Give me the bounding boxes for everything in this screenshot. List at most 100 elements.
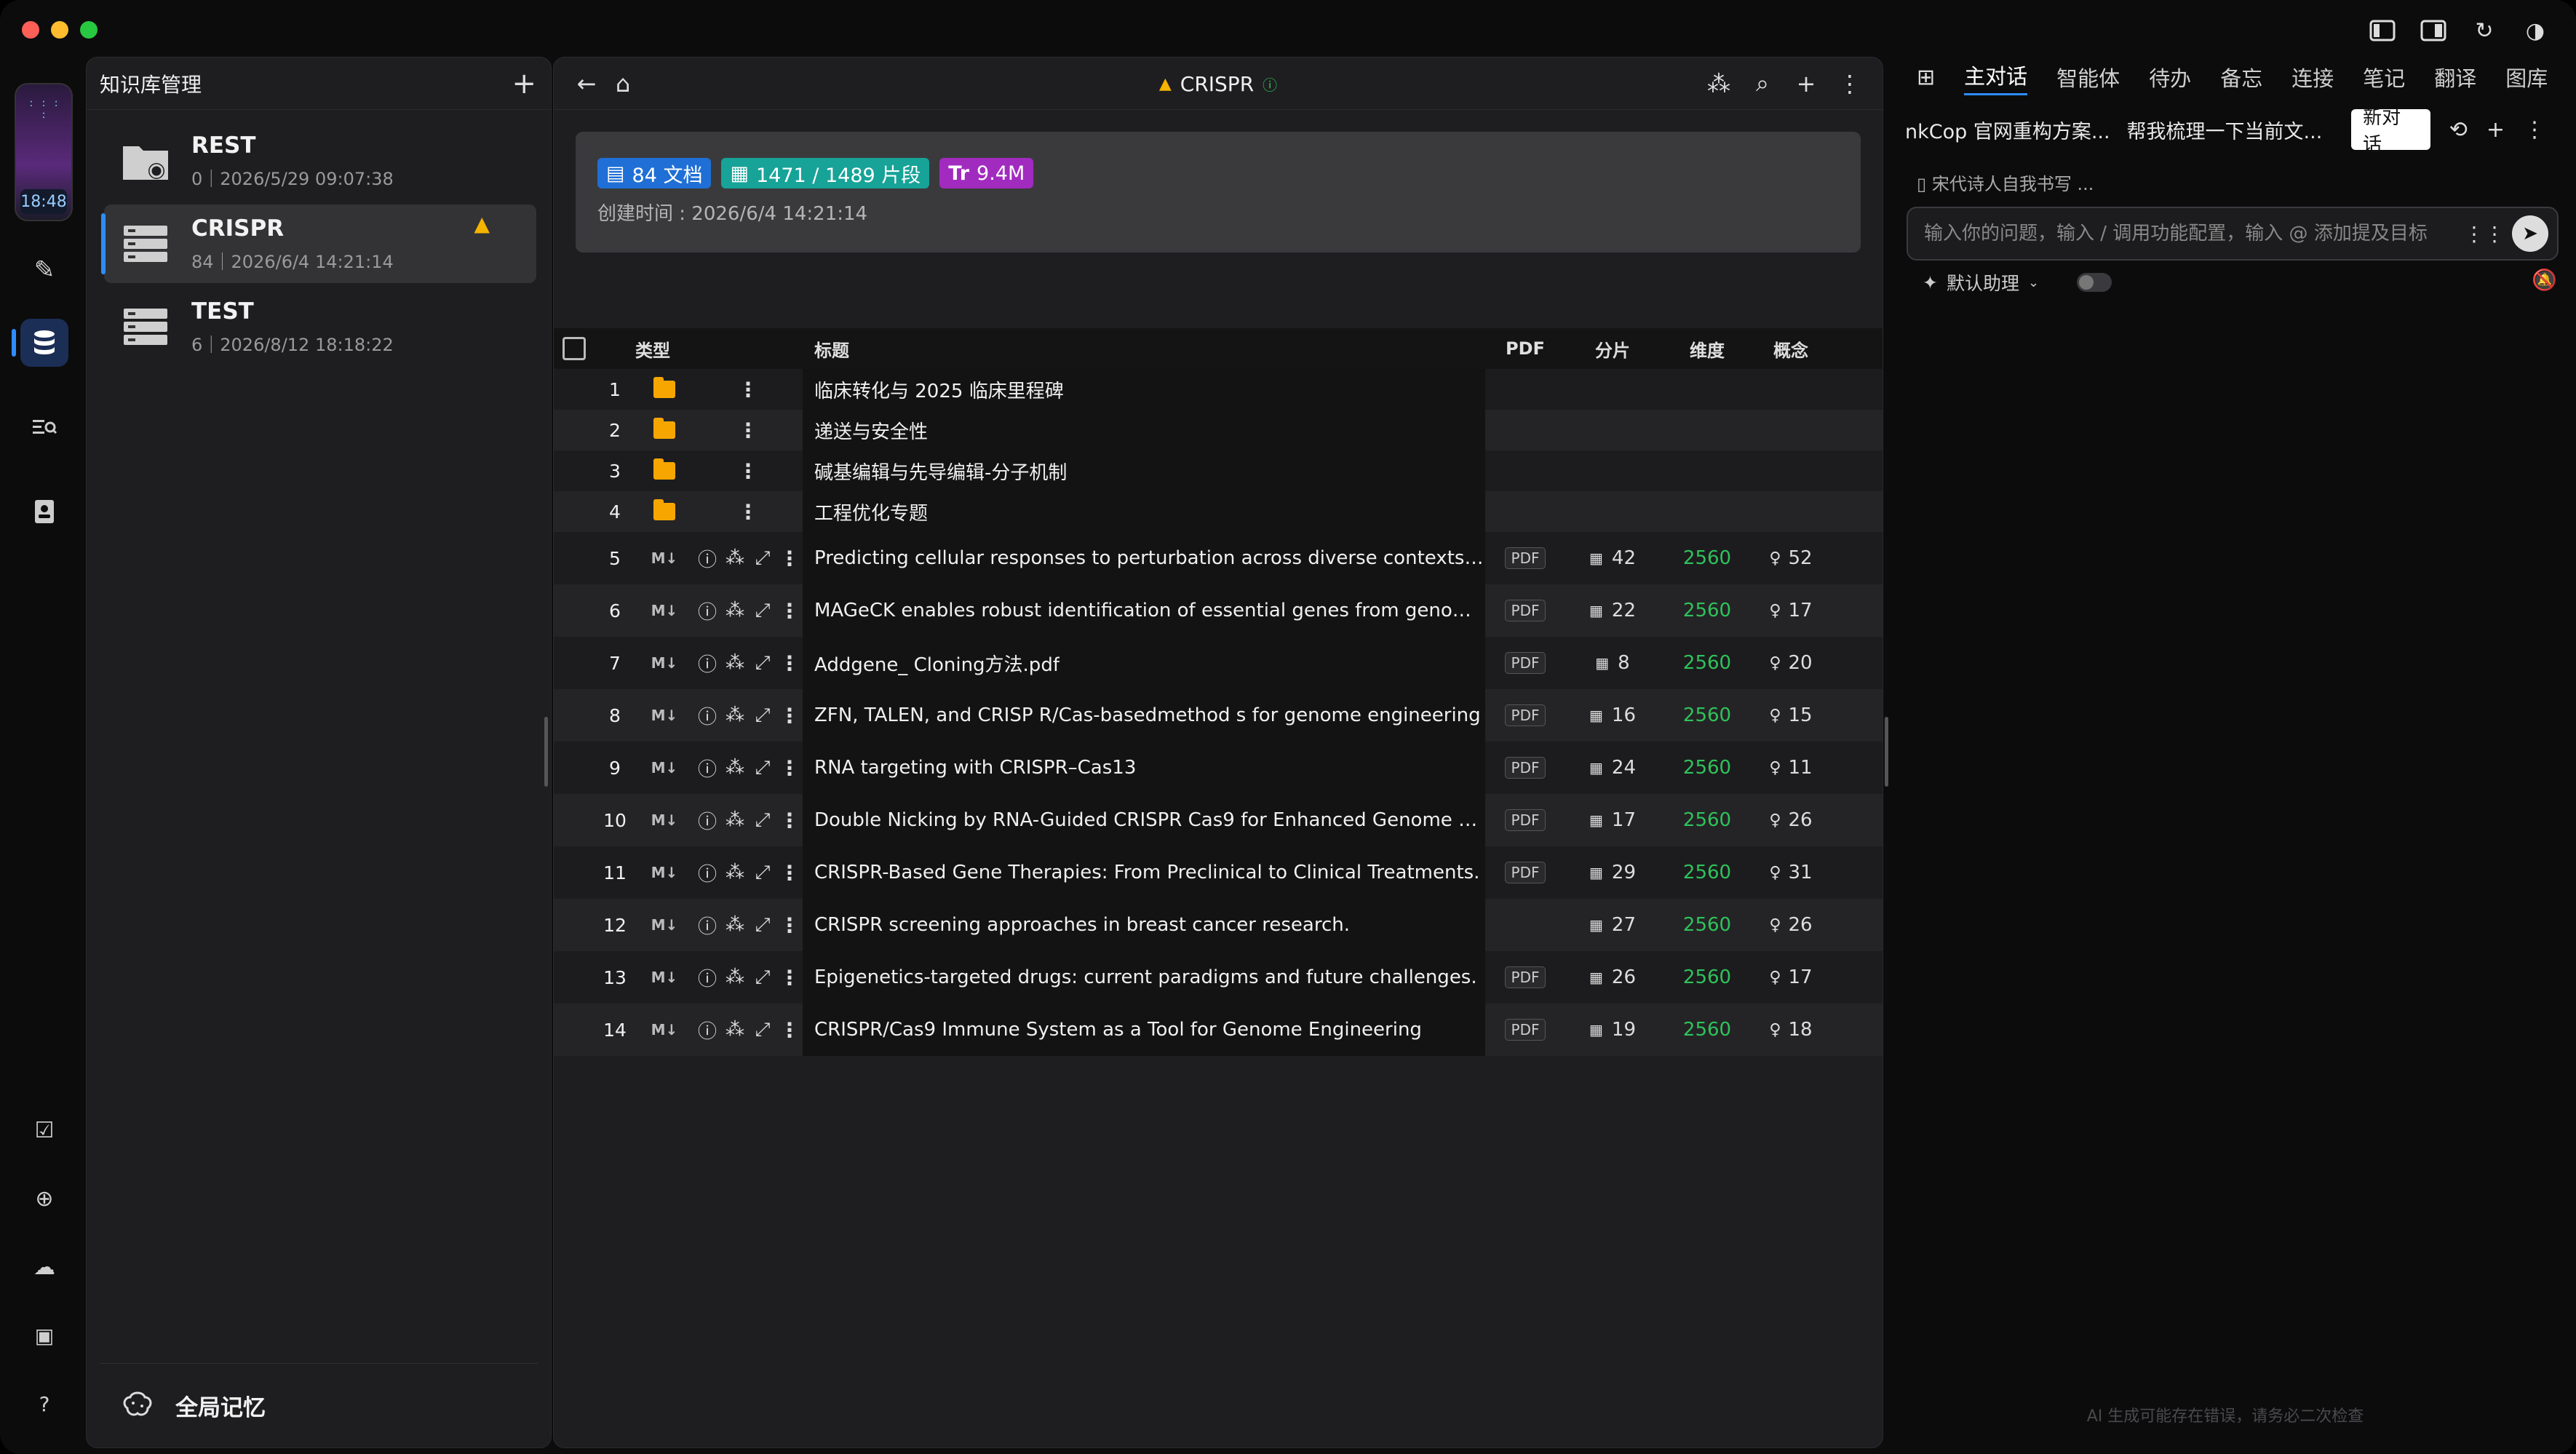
row-title[interactable]: CRISPR screening approaches in breast ca… xyxy=(803,899,1485,951)
right-resize-handle[interactable] xyxy=(1885,717,1888,787)
row-title[interactable]: RNA targeting with CRISPR–Cas13 xyxy=(803,742,1485,794)
attachment-chip[interactable]: ▯ 宋代诗人自我书写 ... xyxy=(1917,170,2094,195)
info-icon[interactable]: ⓘ xyxy=(696,964,718,991)
new-conversation-button[interactable]: 新对话 xyxy=(2351,107,2430,156)
table-row[interactable]: 6 M↓ ⓘ ⁂ ⤢ ⋮ MAGeCK enables robust identificat… xyxy=(554,584,1883,637)
row-title[interactable]: Double Nicking by RNA-Guided CRISPR Cas9… xyxy=(803,794,1485,846)
plugin-icon[interactable]: ⊕ xyxy=(20,1175,68,1223)
row-title[interactable]: 递送与安全性 xyxy=(803,410,1485,450)
add-icon[interactable]: + xyxy=(1788,65,1824,102)
left-resize-handle[interactable] xyxy=(544,717,548,787)
graph-nodes-icon[interactable]: ⁂ xyxy=(724,809,746,831)
more-vertical-icon[interactable]: ⋮ xyxy=(779,809,800,833)
graph-nodes-icon[interactable]: ⁂ xyxy=(724,914,746,936)
table-row[interactable]: 5 M↓ ⓘ ⁂ ⤢ ⋮ Predicting cellular responses to … xyxy=(554,532,1883,584)
pdf-badge[interactable]: PDF xyxy=(1504,652,1546,674)
row-title[interactable]: ZFN, TALEN, and CRISP R/Cas-basedmethod … xyxy=(803,689,1485,742)
info-icon[interactable]: ⓘ xyxy=(696,702,718,729)
table-row[interactable]: 10 M↓ ⓘ ⁂ ⤢ ⋮ Double Nicking by RNA-Guided CRI… xyxy=(554,794,1883,846)
search-list-icon[interactable] xyxy=(20,403,68,451)
expand-icon[interactable]: ⤢ xyxy=(752,914,774,937)
conversation-tab[interactable]: 帮我梳理一下当前文... xyxy=(2127,116,2349,144)
warning-icon[interactable]: ▲ xyxy=(474,212,490,236)
refresh-icon[interactable]: ↻ xyxy=(2470,16,2499,45)
row-title[interactable]: CRISPR/Cas9 Immune System as a Tool for … xyxy=(803,1004,1485,1056)
expand-icon[interactable]: ⤢ xyxy=(752,757,774,779)
expand-icon[interactable]: ⤢ xyxy=(752,704,774,727)
graph-nodes-icon[interactable]: ⁂ xyxy=(724,704,746,726)
kb-item-test[interactable]: TEST 6｜2026/8/12 18:18:22 xyxy=(104,287,536,366)
home-icon[interactable]: ⌂ xyxy=(605,65,641,102)
table-row[interactable]: 8 M↓ ⓘ ⁂ ⤢ ⋮ ZFN, TALEN, and CRISP R/Cas-based… xyxy=(554,689,1883,742)
graph-nodes-icon[interactable]: ⁂ xyxy=(724,966,746,988)
settings-card-icon[interactable]: ▣ xyxy=(20,1311,68,1359)
minimize-window-button[interactable] xyxy=(51,21,68,39)
bell-off-icon[interactable]: 🔕 xyxy=(2532,268,2557,292)
assistant-toggle[interactable] xyxy=(2077,273,2112,292)
graph-nodes-icon[interactable]: ⁂ xyxy=(724,862,746,883)
assistant-selector[interactable]: ✦ 默认助理 ⌄ xyxy=(1923,269,2112,295)
expand-icon[interactable]: ⤢ xyxy=(752,809,774,832)
row-title[interactable]: 工程优化专题 xyxy=(803,491,1485,532)
chat-input[interactable] xyxy=(1924,223,2464,245)
apps-grid-icon[interactable]: ⊞ xyxy=(1917,65,1935,90)
info-icon[interactable]: ⓘ xyxy=(696,755,718,782)
pdf-badge[interactable]: PDF xyxy=(1504,966,1546,988)
more-vertical-icon[interactable]: ⋮ xyxy=(779,1018,800,1042)
pdf-badge[interactable]: PDF xyxy=(1504,862,1546,883)
more-vertical-icon[interactable]: ⋮ xyxy=(738,500,758,524)
pdf-badge[interactable]: PDF xyxy=(1504,1019,1546,1041)
tab-todo[interactable]: 待办 xyxy=(2149,62,2191,92)
notes-edit-icon[interactable]: ✎ xyxy=(20,246,68,294)
more-vertical-icon[interactable]: ⋮ xyxy=(779,913,800,937)
add-icon[interactable]: + xyxy=(2486,117,2505,143)
tab-memo[interactable]: 备忘 xyxy=(2220,62,2262,92)
row-title[interactable]: MAGeCK enables robust identification of … xyxy=(803,584,1485,637)
table-row[interactable]: 14 M↓ ⓘ ⁂ ⤢ ⋮ CRISPR/Cas9 Immune System as a T… xyxy=(554,1004,1883,1056)
expand-icon[interactable]: ⤢ xyxy=(752,966,774,989)
right-sidebar-toggle-icon[interactable] xyxy=(2419,16,2448,45)
row-title[interactable]: Predicting cellular responses to perturb… xyxy=(803,532,1485,584)
row-title[interactable]: CRISPR-Based Gene Therapies: From Precli… xyxy=(803,846,1485,899)
more-vertical-icon[interactable]: ⋮ xyxy=(779,756,800,780)
theme-toggle-icon[interactable]: ◑ xyxy=(2521,16,2550,45)
more-vertical-icon[interactable]: ⋮ xyxy=(738,418,758,442)
more-vertical-icon[interactable]: ⋮ xyxy=(2524,117,2545,143)
history-icon[interactable]: ⟲ xyxy=(2449,117,2468,143)
pdf-badge[interactable]: PDF xyxy=(1504,547,1546,569)
more-vertical-icon[interactable]: ⋮ xyxy=(779,547,800,571)
clock-widget[interactable]: : : : : 18:48 xyxy=(15,83,73,221)
pdf-badge[interactable]: PDF xyxy=(1504,809,1546,831)
graph-nodes-icon[interactable]: ⁂ xyxy=(1701,65,1737,102)
row-title[interactable]: Epigenetics-targeted drugs: current para… xyxy=(803,951,1485,1004)
tab-gallery[interactable]: 图库 xyxy=(2505,62,2548,92)
info-icon[interactable]: ⓘ xyxy=(696,859,718,886)
more-vertical-icon[interactable]: ⋮ xyxy=(779,966,800,990)
more-vertical-icon[interactable]: ⋮ xyxy=(779,861,800,885)
close-window-button[interactable] xyxy=(22,21,39,39)
tab-main-chat[interactable]: 主对话 xyxy=(1964,60,2028,95)
more-vertical-icon[interactable]: ⋮ xyxy=(779,651,800,675)
more-vertical-icon[interactable]: ⋮ xyxy=(738,378,758,402)
pdf-badge[interactable]: PDF xyxy=(1504,757,1546,779)
table-row[interactable]: 9 M↓ ⓘ ⁂ ⤢ ⋮ RNA targeting with CRISPR–Cas13 PD… xyxy=(554,742,1883,794)
cloud-icon[interactable]: ☁ xyxy=(20,1243,68,1291)
expand-icon[interactable]: ⤢ xyxy=(752,547,774,570)
kb-item-rest[interactable]: REST 0｜2026/5/29 09:07:38 xyxy=(104,122,536,200)
zoom-window-button[interactable] xyxy=(80,21,98,39)
more-vertical-icon[interactable]: ⋮ xyxy=(1832,65,1868,102)
pdf-badge[interactable]: PDF xyxy=(1504,600,1546,621)
add-kb-button[interactable]: + xyxy=(512,69,536,98)
more-vertical-icon[interactable]: ⋮ xyxy=(779,599,800,623)
tab-notes[interactable]: 笔记 xyxy=(2363,62,2405,92)
table-row[interactable]: 11 M↓ ⓘ ⁂ ⤢ ⋮ CRISPR-Based Gene Therapies: Fro… xyxy=(554,846,1883,899)
table-row[interactable]: 1 ⋮ 临床转化与 2025 临床里程碑 xyxy=(554,369,1883,410)
search-icon[interactable]: ⌕ xyxy=(1744,65,1781,102)
info-icon[interactable]: ⓘ xyxy=(696,1017,718,1044)
kb-item-crispr[interactable]: CRISPR 84｜2026/6/4 14:21:14 ▲ xyxy=(101,204,536,283)
table-row[interactable]: 3 ⋮ 碱基编辑与先导编辑-分子机制 xyxy=(554,450,1883,491)
more-vertical-icon[interactable]: ⋮ xyxy=(738,459,758,483)
table-row[interactable]: 12 M↓ ⓘ ⁂ ⤢ ⋮ CRISPR screening approaches in b… xyxy=(554,899,1883,951)
tab-translate[interactable]: 翻译 xyxy=(2434,62,2476,92)
expand-icon[interactable]: ⤢ xyxy=(752,652,774,675)
